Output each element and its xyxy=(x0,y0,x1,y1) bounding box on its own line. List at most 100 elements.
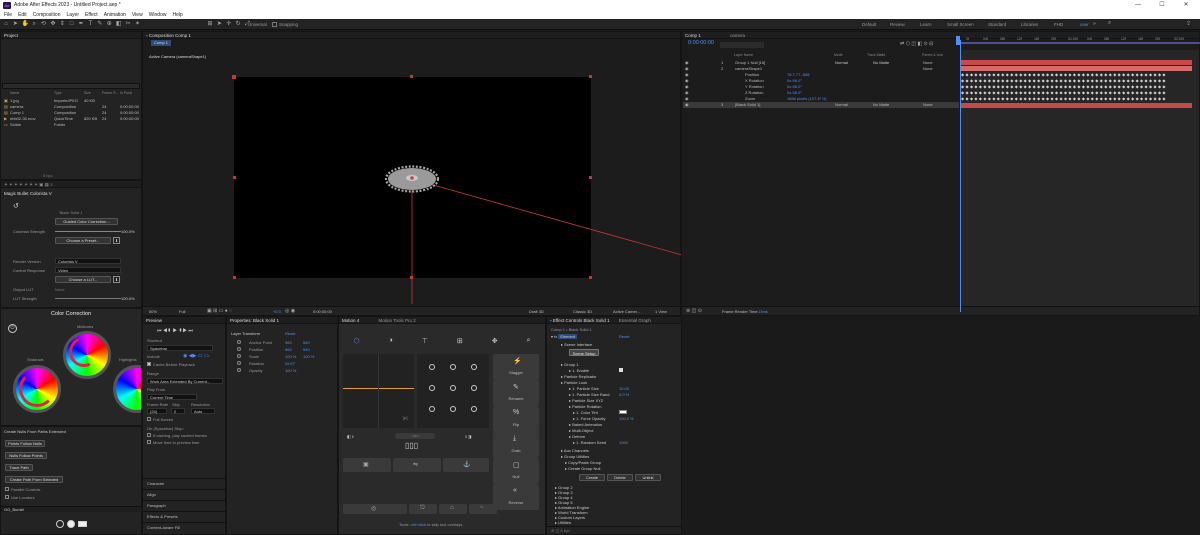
menu-window[interactable]: Window xyxy=(149,11,167,19)
timeline-tab-camera[interactable]: camera xyxy=(730,33,745,38)
workspace-review[interactable]: Review xyxy=(890,22,905,27)
snapshot-icons[interactable]: ◎ ◉ xyxy=(285,308,295,314)
create-path-from-selected-button[interactable]: Create Path From Selected xyxy=(5,476,63,483)
renderer-dropdown[interactable]: Draft 3D xyxy=(529,309,544,314)
choose-preset-button[interactable]: Choose a Preset... xyxy=(55,237,111,244)
align-panel-tab[interactable]: Align xyxy=(143,489,225,498)
element-property[interactable]: ▸ Particle Look xyxy=(561,380,587,385)
element-property[interactable]: ▸ 1. Force Opacity xyxy=(573,416,605,421)
timeline-layer-row[interactable]: ◉ 3 [Black Solid 1] Normal No Matte None xyxy=(683,102,959,108)
col-name[interactable]: Name xyxy=(10,91,19,95)
gear-shape-object[interactable] xyxy=(384,165,440,193)
bumbl-icon-3[interactable] xyxy=(78,521,87,527)
visibility-eye-icon[interactable]: ◉ xyxy=(685,60,689,65)
element-property[interactable]: ▸ Particle Rotation xyxy=(569,404,601,409)
transform-reset-link[interactable]: Reset xyxy=(285,331,295,336)
layer-mode[interactable]: Normal xyxy=(835,60,848,65)
element-property[interactable]: ▸ 1. Random Seed xyxy=(573,440,606,445)
3d-renderer-dropdown[interactable]: Classic 3D xyxy=(573,309,592,314)
bumbl-icon-1[interactable] xyxy=(56,520,64,528)
effect-footer-icons[interactable]: ⊛ ◫ 8 bpc xyxy=(551,528,570,533)
layer-name[interactable]: Y Rotation xyxy=(745,84,764,89)
roto-tool-icon[interactable]: ✂ xyxy=(125,21,131,27)
type-tool-icon[interactable]: T xyxy=(88,21,94,27)
anchor-br[interactable] xyxy=(471,406,477,412)
layer-name[interactable]: cameraShape1 xyxy=(735,66,762,71)
visibility-eye-icon[interactable]: ◉ xyxy=(685,72,689,77)
pointer-icon[interactable]: ➤ xyxy=(216,21,222,27)
viewer-options-icons[interactable]: ▣ ⊞ ▭ ● ◌ xyxy=(207,308,232,314)
element-property[interactable]: ▸ Scene Interface xyxy=(561,342,592,347)
stopwatch-icon[interactable] xyxy=(237,361,241,365)
anchor-mr[interactable] xyxy=(471,385,477,391)
menu-effect[interactable]: Effect xyxy=(85,11,98,19)
menu-edit[interactable]: Edit xyxy=(18,11,27,19)
shape-mode-icon[interactable]: ⬡ xyxy=(353,337,359,345)
guided-color-correction-button[interactable]: Guided Color Correction... xyxy=(55,218,118,225)
handle-tl[interactable] xyxy=(232,75,236,79)
stopwatch-icon[interactable] xyxy=(237,340,241,344)
layer-parent[interactable]: None xyxy=(923,60,933,65)
colorista-strength-value[interactable]: 100.0% xyxy=(121,229,135,234)
pan-tool-icon[interactable]: ✥ xyxy=(50,21,56,27)
keyframe-row[interactable]: ◆◆◆◆◆◆◆◆◆◆◆◆◆◆◆◆◆◆◆◆◆◆◆◆◆◆◆◆◆◆◆◆◆◆◆◆◆◆◆◆… xyxy=(961,78,1192,83)
hand-tool-icon[interactable]: ✋ xyxy=(22,21,29,27)
col-in-point[interactable]: In Point xyxy=(120,91,132,95)
property-value-2[interactable]: 540 xyxy=(303,340,310,345)
property-value-1[interactable]: 100 % xyxy=(285,354,296,359)
motion-action-3[interactable]: ⚓ xyxy=(443,458,489,472)
workspace-small-screen[interactable]: Small Screen xyxy=(947,22,974,27)
timeline-tab-comp1[interactable]: Comp 1 xyxy=(685,33,701,38)
workspace-default[interactable]: Default xyxy=(862,22,876,27)
element-property-value[interactable]: 0.0 % xyxy=(619,392,629,397)
easing-value-icon[interactable]: ▯▯▯ xyxy=(405,441,418,450)
view-layout-dropdown[interactable]: 1 View xyxy=(655,309,667,314)
move-icon[interactable]: ✛ xyxy=(226,21,232,27)
timeline-search-input[interactable] xyxy=(720,42,764,48)
render-version-dropdown[interactable]: Colorista V xyxy=(55,258,121,264)
grid-icon[interactable]: ⊞ xyxy=(457,337,463,345)
frame-rate-dropdown[interactable]: (24) xyxy=(147,408,167,414)
layer-name[interactable]: Position xyxy=(745,72,759,77)
stopwatch-icon[interactable] xyxy=(237,354,241,358)
element-property[interactable]: ▸ Particle Replicator xyxy=(561,374,597,379)
colorista-power-icon[interactable]: ⏻ xyxy=(8,324,17,333)
menu-animation[interactable]: Animation xyxy=(104,11,126,19)
anchor-bl[interactable] xyxy=(429,406,435,412)
keyframe-row[interactable]: ◆◆◆◆◆◆◆◆◆◆◆◆◆◆◆◆◆◆◆◆◆◆◆◆◆◆◆◆◆◆◆◆◆◆◆◆◆◆◆◆… xyxy=(961,72,1192,77)
menu-file[interactable]: File xyxy=(4,11,12,19)
element-property-value[interactable]: 100.0 % xyxy=(619,416,634,421)
close-icon[interactable]: ✕ xyxy=(1176,0,1196,11)
element-property-value[interactable]: 10.00 xyxy=(619,386,629,391)
easing-controls-right[interactable]: ‖ ◨ xyxy=(465,434,472,439)
workspace-learn[interactable]: Learn xyxy=(920,22,932,27)
property-value-1[interactable]: 100 % xyxy=(285,368,296,373)
home-icon[interactable]: ⌂ xyxy=(3,21,9,27)
orbit-tool-icon[interactable]: ⟲ xyxy=(41,21,47,27)
playback-controls[interactable]: ⏮ ◀▮ ▶ ▮▶ ⏭ xyxy=(157,328,193,334)
workspace-libraries[interactable]: Libraries xyxy=(1021,22,1038,27)
element-property[interactable]: ▸ Deform xyxy=(569,434,585,439)
handle-mr[interactable] xyxy=(589,176,592,179)
menu-composition[interactable]: Composition xyxy=(33,11,61,19)
camera-view-dropdown[interactable]: Active Camer... xyxy=(613,309,640,314)
create-group-button[interactable]: Create xyxy=(579,474,605,481)
layer-name[interactable]: Z Rotation xyxy=(745,90,763,95)
properties-title[interactable]: Properties: Black Solid 1 xyxy=(227,317,337,324)
viewer-time[interactable]: 0:00:00:00 xyxy=(313,309,332,314)
anchor-tc[interactable] xyxy=(450,364,456,370)
property-value[interactable]: 1866 pixels (107.8° H) xyxy=(787,96,827,101)
snapping-checkbox[interactable] xyxy=(272,22,277,27)
anchor-tr[interactable] xyxy=(471,364,477,370)
rectangle-tool-icon[interactable]: □ xyxy=(69,21,75,27)
brush-tool-icon[interactable]: ✎ xyxy=(97,21,103,27)
scene-setup-button[interactable]: Scene Setup xyxy=(569,349,599,356)
layer-bar-camera[interactable] xyxy=(961,66,1192,71)
motion-bottom-1[interactable]: ◎ xyxy=(343,504,407,514)
motion-action-2[interactable]: ⇋ xyxy=(393,458,441,472)
easing-controls-row[interactable]: ◧ ‖ xyxy=(347,434,354,439)
layer-name[interactable]: Zoom xyxy=(745,96,755,101)
project-panel-title[interactable]: Project xyxy=(1,32,141,39)
element-property[interactable]: ▸ Group Utilities xyxy=(561,454,589,459)
effects-presets-panel-tab[interactable]: Effects & Presets xyxy=(143,511,225,520)
